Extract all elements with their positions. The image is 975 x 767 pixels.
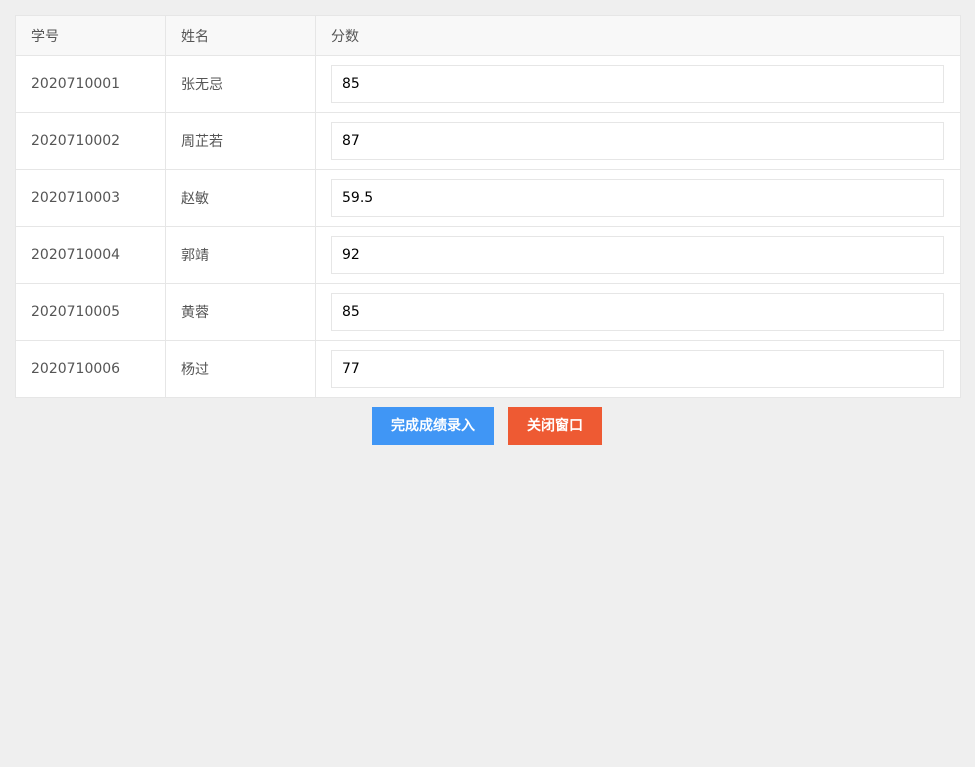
student-id-cell: 2020710004 [15,226,166,284]
student-name-cell: 张无忌 [165,55,316,113]
grades-table: 学号 姓名 分数 2020710001 张无忌 2020710002 周芷若 [15,15,961,398]
score-input[interactable] [331,122,944,160]
student-id-cell: 2020710005 [15,283,166,341]
score-cell [315,169,961,227]
table-row: 2020710001 张无忌 [15,55,961,113]
student-id-cell: 2020710003 [15,169,166,227]
student-name-cell: 郭靖 [165,226,316,284]
column-header-name: 姓名 [165,15,316,56]
score-cell [315,283,961,341]
table-row: 2020710006 杨过 [15,340,961,398]
grade-entry-panel: 学号 姓名 分数 2020710001 张无忌 2020710002 周芷若 [15,15,961,398]
table-header-row: 学号 姓名 分数 [15,15,961,56]
student-name-cell: 杨过 [165,340,316,398]
score-cell [315,55,961,113]
column-header-score: 分数 [315,15,961,56]
finish-grade-entry-button[interactable]: 完成成绩录入 [372,407,494,445]
table-row: 2020710005 黄蓉 [15,283,961,341]
table-row: 2020710003 赵敏 [15,169,961,227]
score-cell [315,112,961,170]
student-id-cell: 2020710006 [15,340,166,398]
student-id-cell: 2020710002 [15,112,166,170]
close-window-button[interactable]: 关闭窗口 [508,407,602,445]
student-name-cell: 周芷若 [165,112,316,170]
score-input[interactable] [331,350,944,388]
table-row: 2020710004 郭靖 [15,226,961,284]
score-input[interactable] [331,293,944,331]
score-input[interactable] [331,236,944,274]
score-input[interactable] [331,65,944,103]
score-input[interactable] [331,179,944,217]
student-id-cell: 2020710001 [15,55,166,113]
score-cell [315,226,961,284]
student-name-cell: 赵敏 [165,169,316,227]
table-row: 2020710002 周芷若 [15,112,961,170]
action-bar: 完成成绩录入 关闭窗口 [0,407,975,445]
student-name-cell: 黄蓉 [165,283,316,341]
score-cell [315,340,961,398]
column-header-student-id: 学号 [15,15,166,56]
